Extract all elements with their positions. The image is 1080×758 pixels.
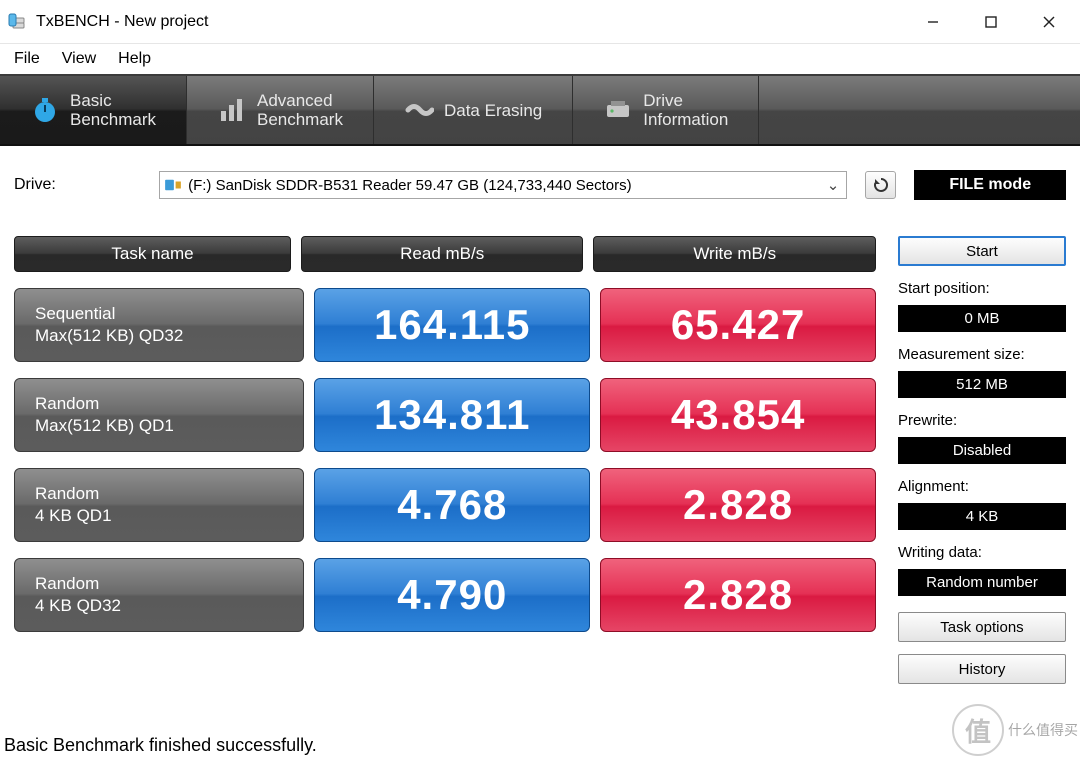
menubar: File View Help	[0, 44, 1080, 74]
task-line1: Sequential	[35, 303, 303, 325]
window-controls	[904, 2, 1078, 42]
task-name[interactable]: Random 4 KB QD32	[14, 558, 304, 632]
task-name[interactable]: Sequential Max(512 KB) QD32	[14, 288, 304, 362]
refresh-button[interactable]	[865, 171, 896, 199]
watermark-text: 什么值得买	[1008, 720, 1078, 740]
drive-row: Drive: (F:) SanDisk SDDR-B531 Reader 59.…	[14, 170, 1066, 200]
prewrite-value[interactable]: Disabled	[898, 437, 1066, 464]
watermark: 值 什么值得买	[952, 704, 1078, 756]
result-row: Random Max(512 KB) QD1 134.811 43.854	[14, 378, 876, 452]
write-value[interactable]: 43.854	[600, 378, 876, 452]
write-value[interactable]: 2.828	[600, 558, 876, 632]
task-line2: Max(512 KB) QD32	[35, 325, 303, 347]
drive-icon	[603, 95, 633, 125]
alignment-value[interactable]: 4 KB	[898, 503, 1066, 530]
watermark-icon: 值	[952, 704, 1004, 756]
refresh-icon	[872, 176, 890, 194]
main-row: Task name Read mB/s Write mB/s Sequentia…	[14, 236, 1066, 684]
task-line1: Random	[35, 393, 303, 415]
read-value[interactable]: 4.768	[314, 468, 590, 542]
start-position-label: Start position:	[898, 280, 1066, 297]
bars-icon	[217, 95, 247, 125]
tab-label: Information	[643, 110, 728, 129]
maximize-button[interactable]	[962, 2, 1020, 42]
drive-label: Drive:	[14, 176, 141, 194]
toolbar: BasicBenchmark AdvancedBenchmark Data Er…	[0, 74, 1080, 146]
header-read: Read mB/s	[301, 236, 584, 272]
tab-label: Benchmark	[70, 110, 156, 129]
stopwatch-icon	[30, 95, 60, 125]
tab-label: Basic	[70, 91, 156, 110]
result-row: Random 4 KB QD32 4.790 2.828	[14, 558, 876, 632]
writing-data-label: Writing data:	[898, 544, 1066, 561]
write-value[interactable]: 65.427	[600, 288, 876, 362]
tab-drive-information[interactable]: DriveInformation	[573, 76, 759, 144]
menu-file[interactable]: File	[14, 50, 40, 68]
results-header: Task name Read mB/s Write mB/s	[14, 236, 876, 272]
start-position-value[interactable]: 0 MB	[898, 305, 1066, 332]
content: Drive: (F:) SanDisk SDDR-B531 Reader 59.…	[0, 146, 1080, 684]
history-button[interactable]: History	[898, 654, 1066, 684]
tab-label: Advanced	[257, 91, 343, 110]
titlebar: TxBENCH - New project	[0, 0, 1080, 44]
result-row: Sequential Max(512 KB) QD32 164.115 65.4…	[14, 288, 876, 362]
task-line2: 4 KB QD1	[35, 505, 303, 527]
window-title: TxBENCH - New project	[36, 13, 208, 31]
task-name[interactable]: Random 4 KB QD1	[14, 468, 304, 542]
sdcard-icon	[164, 178, 182, 192]
tab-basic-benchmark[interactable]: BasicBenchmark	[0, 76, 187, 144]
writing-data-value[interactable]: Random number	[898, 569, 1066, 596]
read-value[interactable]: 134.811	[314, 378, 590, 452]
header-write: Write mB/s	[593, 236, 876, 272]
task-line1: Random	[35, 573, 303, 595]
menu-help[interactable]: Help	[118, 50, 151, 68]
measurement-size-label: Measurement size:	[898, 346, 1066, 363]
measurement-size-value[interactable]: 512 MB	[898, 371, 1066, 398]
tab-label: Drive	[643, 91, 728, 110]
side-panel: Start Start position: 0 MB Measurement s…	[898, 236, 1066, 684]
drive-select[interactable]: (F:) SanDisk SDDR-B531 Reader 59.47 GB (…	[159, 171, 847, 199]
result-row: Random 4 KB QD1 4.768 2.828	[14, 468, 876, 542]
tab-label: Benchmark	[257, 110, 343, 129]
results: Task name Read mB/s Write mB/s Sequentia…	[14, 236, 876, 684]
alignment-label: Alignment:	[898, 478, 1066, 495]
task-line2: Max(512 KB) QD1	[35, 415, 303, 437]
read-value[interactable]: 4.790	[314, 558, 590, 632]
close-button[interactable]	[1020, 2, 1078, 42]
file-mode-button[interactable]: FILE mode	[914, 170, 1066, 200]
tab-data-erasing[interactable]: Data Erasing	[374, 76, 573, 144]
task-options-button[interactable]: Task options	[898, 612, 1066, 642]
task-line2: 4 KB QD32	[35, 595, 303, 617]
task-name[interactable]: Random Max(512 KB) QD1	[14, 378, 304, 452]
status-text: Basic Benchmark finished successfully.	[4, 735, 317, 756]
tab-label: Data Erasing	[444, 101, 542, 120]
minimize-button[interactable]	[904, 2, 962, 42]
write-value[interactable]: 2.828	[600, 468, 876, 542]
read-value[interactable]: 164.115	[314, 288, 590, 362]
erase-icon	[404, 95, 434, 125]
prewrite-label: Prewrite:	[898, 412, 1066, 429]
header-task: Task name	[14, 236, 291, 272]
task-line1: Random	[35, 483, 303, 505]
app-icon	[8, 12, 28, 32]
drive-value: (F:) SanDisk SDDR-B531 Reader 59.47 GB (…	[188, 177, 632, 194]
start-button[interactable]: Start	[898, 236, 1066, 266]
tab-advanced-benchmark[interactable]: AdvancedBenchmark	[187, 76, 374, 144]
chevron-down-icon: ⌄	[824, 176, 842, 194]
menu-view[interactable]: View	[62, 50, 96, 68]
